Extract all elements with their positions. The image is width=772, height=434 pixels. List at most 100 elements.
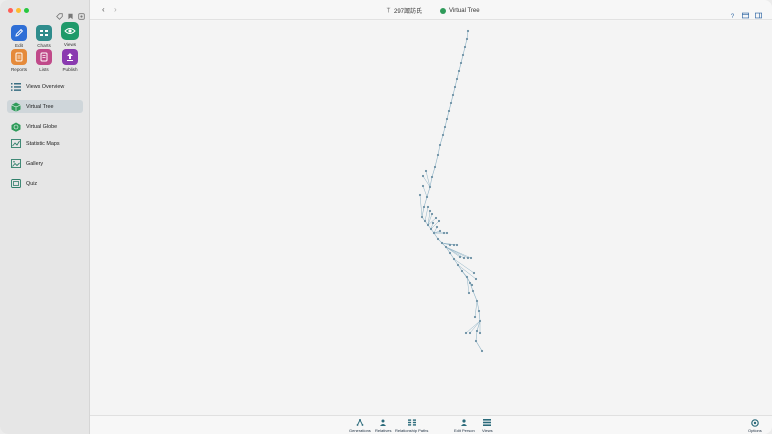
- tree-node[interactable]: [470, 283, 474, 287]
- lists-tile[interactable]: Lists: [32, 49, 56, 72]
- tree-node[interactable]: [459, 61, 463, 65]
- tree-node[interactable]: [474, 339, 478, 343]
- history-icon[interactable]: [78, 7, 85, 20]
- tree-node[interactable]: [443, 125, 447, 129]
- tree-node[interactable]: [473, 315, 477, 319]
- zoom-window-button[interactable]: [24, 8, 29, 13]
- edit-tile[interactable]: Edit: [7, 25, 31, 48]
- tree-node[interactable]: [421, 174, 425, 178]
- close-window-button[interactable]: [8, 8, 13, 13]
- tree-node[interactable]: [433, 165, 437, 169]
- tree-node[interactable]: [468, 331, 472, 335]
- tree-node[interactable]: [434, 216, 438, 220]
- tree-node[interactable]: [437, 219, 441, 223]
- tag-icon[interactable]: [56, 7, 63, 20]
- tree-node[interactable]: [447, 109, 451, 113]
- tree-node[interactable]: [456, 263, 460, 267]
- bookmark-icon[interactable]: [67, 7, 74, 20]
- tree-node[interactable]: [472, 271, 476, 275]
- help-icon[interactable]: ?: [729, 6, 736, 20]
- tree-node[interactable]: [435, 225, 439, 229]
- relationship-paths-button[interactable]: Relationship Paths: [395, 419, 428, 433]
- tree-node[interactable]: [461, 53, 465, 57]
- inspector-icon[interactable]: [755, 6, 762, 19]
- options-button[interactable]: Options: [748, 418, 762, 433]
- nav-item-virtual-globe[interactable]: Virtual Globe: [7, 120, 83, 133]
- reports-tile[interactable]: Reports: [7, 49, 31, 72]
- nav-item-quiz[interactable]: Quiz: [7, 177, 83, 190]
- tree-node[interactable]: [438, 143, 442, 147]
- virtual-tree-graph[interactable]: [90, 21, 772, 415]
- tree-node[interactable]: [445, 231, 449, 235]
- views-button[interactable]: Views: [482, 419, 493, 433]
- tree-node[interactable]: [428, 209, 432, 213]
- tree-node[interactable]: [466, 256, 470, 260]
- tree-node[interactable]: [421, 184, 425, 188]
- generations-button[interactable]: Generations: [349, 419, 371, 433]
- publish-tile[interactable]: Publish: [58, 49, 82, 72]
- tree-node[interactable]: [475, 299, 479, 303]
- tree-node[interactable]: [426, 205, 430, 209]
- edit-person-button[interactable]: Edit Person: [454, 419, 475, 433]
- tree-node[interactable]: [442, 231, 446, 235]
- tree-node[interactable]: [451, 93, 455, 97]
- tree-node[interactable]: [432, 231, 436, 235]
- tree-node[interactable]: [465, 275, 469, 279]
- window-icon[interactable]: [742, 6, 749, 19]
- tree-node[interactable]: [455, 77, 459, 81]
- virtual-tree-canvas[interactable]: [90, 21, 772, 415]
- tree-node[interactable]: [458, 255, 462, 259]
- tree-node[interactable]: [420, 215, 424, 219]
- tree-node[interactable]: [448, 243, 452, 247]
- tree-node[interactable]: [466, 29, 470, 33]
- tree-node[interactable]: [444, 245, 448, 249]
- tree-node[interactable]: [467, 291, 471, 295]
- tree-node[interactable]: [423, 219, 427, 223]
- tree-node[interactable]: [418, 193, 422, 197]
- tree-node[interactable]: [462, 256, 466, 260]
- tree-node[interactable]: [469, 256, 473, 260]
- tree-node[interactable]: [480, 349, 484, 353]
- nav-item-gallery[interactable]: Gallery: [7, 157, 83, 170]
- person-name[interactable]: 297諏訪氏: [394, 6, 422, 15]
- tree-node[interactable]: [478, 319, 482, 323]
- minimize-window-button[interactable]: [16, 8, 21, 13]
- tree-node[interactable]: [436, 237, 440, 241]
- nav-item-statistic-maps[interactable]: Statistic Maps: [7, 137, 83, 150]
- forward-button[interactable]: ›: [114, 5, 117, 14]
- tree-node[interactable]: [455, 243, 459, 247]
- tree-node[interactable]: [477, 309, 481, 313]
- tree-node[interactable]: [425, 195, 429, 199]
- nav-item-virtual-tree[interactable]: Virtual Tree: [7, 100, 83, 113]
- tree-node[interactable]: [422, 205, 426, 209]
- views-tile[interactable]: Views: [58, 22, 82, 47]
- tree-node[interactable]: [464, 331, 468, 335]
- tree-node[interactable]: [453, 85, 457, 89]
- tree-node[interactable]: [428, 185, 432, 189]
- tree-node[interactable]: [430, 212, 434, 216]
- tree-node[interactable]: [457, 69, 461, 73]
- tree-node[interactable]: [474, 277, 478, 281]
- tree-node[interactable]: [452, 243, 456, 247]
- tree-node[interactable]: [463, 45, 467, 49]
- tree-node[interactable]: [460, 269, 464, 273]
- tree-node[interactable]: [426, 223, 430, 227]
- tree-node[interactable]: [440, 241, 444, 245]
- back-button[interactable]: ‹: [102, 5, 105, 14]
- tree-node[interactable]: [441, 133, 445, 137]
- tree-node[interactable]: [452, 257, 456, 261]
- charts-tile[interactable]: Charts: [32, 25, 56, 48]
- tree-node[interactable]: [424, 169, 428, 173]
- tree-node[interactable]: [448, 251, 452, 255]
- relatives-button[interactable]: Relatives: [375, 419, 391, 433]
- tree-node[interactable]: [468, 281, 472, 285]
- tree-node[interactable]: [429, 227, 433, 231]
- nav-item-views-overview[interactable]: Views Overview: [7, 80, 83, 93]
- tree-node[interactable]: [436, 153, 440, 157]
- tree-node[interactable]: [465, 37, 469, 41]
- tree-node[interactable]: [471, 289, 475, 293]
- tree-node[interactable]: [438, 229, 442, 233]
- tree-node[interactable]: [445, 117, 449, 121]
- tree-node[interactable]: [478, 331, 482, 335]
- tree-node[interactable]: [431, 221, 435, 225]
